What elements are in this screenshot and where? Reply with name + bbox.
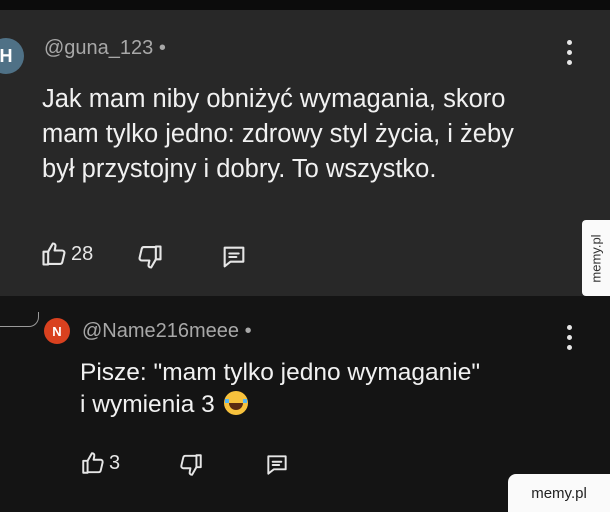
reply-icon (267, 455, 287, 475)
watermark-corner: memy.pl (508, 474, 610, 512)
like-button[interactable]: 28 (40, 240, 93, 268)
comment-text-line: Pisze: "mam tylko jedno wymaganie" (80, 359, 481, 386)
reply-icon (223, 246, 245, 268)
comment-text: Pisze: "mam tylko jedno wymaganie" i wym… (80, 357, 480, 421)
comment-text: Jak mam niby obniżyć wymagania, skoro ma… (42, 82, 514, 187)
thumbs-down-icon (138, 245, 162, 269)
comment: H @guna_123 • Jak mam niby obniżyć wymag… (0, 10, 610, 296)
comment-author[interactable]: @guna_123 • (44, 37, 166, 60)
comment-author[interactable]: @Name216meee • (82, 320, 252, 343)
comment-text-line: i wymienia 3 (80, 389, 480, 421)
like-count: 3 (109, 451, 121, 474)
comment-text-line: mam tylko jedno: zdrowy styl życia, i że… (42, 120, 514, 148)
reply-button[interactable] (264, 452, 290, 478)
like-button[interactable]: 3 (80, 450, 120, 476)
more-options-icon[interactable] (567, 325, 573, 353)
thumbs-down-icon (180, 454, 202, 476)
reply-button[interactable] (220, 243, 248, 271)
comment-text-line: był przystojny i dobry. To wszystko. (42, 155, 437, 183)
watermark-side: memy.pl (582, 220, 610, 296)
top-strip (0, 0, 610, 10)
like-count: 28 (71, 242, 94, 265)
more-options-icon[interactable] (567, 40, 573, 68)
dislike-button[interactable] (136, 243, 164, 271)
avatar[interactable]: N (44, 318, 70, 344)
dislike-button[interactable] (178, 452, 204, 478)
comment-text-line: Jak mam niby obniżyć wymagania, skoro (42, 85, 506, 113)
reply-thread-line (0, 312, 39, 327)
thumbs-up-icon (82, 452, 104, 474)
avatar[interactable]: H (0, 38, 24, 74)
thumbs-up-icon (42, 242, 66, 266)
laughing-tears-emoji-icon (223, 391, 248, 415)
